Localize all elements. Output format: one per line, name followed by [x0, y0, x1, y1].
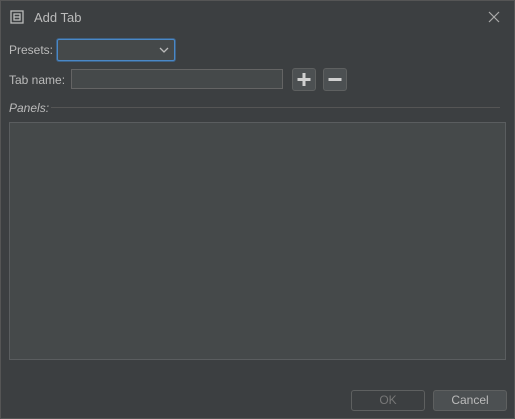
tab-name-label: Tab name:	[9, 73, 66, 87]
ok-button[interactable]: OK	[351, 390, 425, 411]
chevron-down-icon	[159, 47, 169, 53]
plus-icon	[297, 73, 311, 86]
minus-icon	[328, 78, 342, 81]
dialog-title: Add Tab	[34, 10, 82, 25]
close-icon[interactable]	[486, 9, 502, 25]
presets-dropdown[interactable]	[57, 39, 175, 61]
cancel-button[interactable]: Cancel	[433, 390, 507, 411]
title-bar: Add Tab	[1, 1, 514, 33]
remove-panel-button[interactable]	[323, 68, 347, 91]
panels-separator	[51, 107, 500, 108]
add-tab-dialog: Add Tab Presets: Tab name: Panels: OK Ca…	[0, 0, 515, 419]
window-layout-icon	[10, 10, 24, 24]
panels-label: Panels:	[9, 101, 50, 115]
add-panel-button[interactable]	[292, 68, 316, 91]
tab-name-input[interactable]	[71, 69, 283, 89]
panels-list[interactable]	[9, 122, 506, 360]
presets-label: Presets:	[9, 43, 54, 57]
